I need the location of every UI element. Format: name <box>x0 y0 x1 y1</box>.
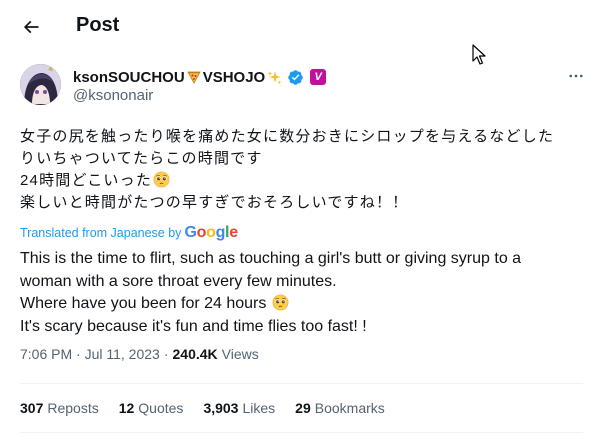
display-name[interactable]: ksonSOUCHOU <box>73 69 185 86</box>
verified-check-icon[interactable] <box>287 69 304 86</box>
ellipsis-icon <box>569 74 583 78</box>
avatar-image <box>20 64 61 105</box>
avatar[interactable] <box>20 64 61 105</box>
pleading-face-emoji-icon <box>153 171 170 188</box>
arrow-left-icon <box>23 20 39 34</box>
stat-count: 29 <box>295 400 311 416</box>
stat-reposts[interactable]: 307 Reposts <box>20 400 99 416</box>
tweet-line: woman with a sore throat every few minut… <box>20 272 337 290</box>
tweet-line: 24時間どこいった <box>20 172 153 189</box>
pizza-emoji-icon <box>187 70 201 84</box>
top-bar: Post <box>0 0 603 53</box>
tweet-meta: 7:06 PM · Jul 11, 2023 · 240.4K Views <box>20 344 259 364</box>
stat-label: Likes <box>242 400 276 416</box>
tweet-line-with-emoji: 24時間どこいった <box>20 170 585 192</box>
stat-likes[interactable]: 3,903 Likes <box>203 400 275 416</box>
stat-count: 307 <box>20 400 44 416</box>
engagement-stats: 307 Reposts 12 Quotes 3,903 Likes 29 Boo… <box>20 398 385 418</box>
stat-bookmarks[interactable]: 29 Bookmarks <box>295 400 385 416</box>
tweet-text-original: 女子の尻を触ったり喉を痛めた女に数分おきにシロップを与えるなどした りいちゃつい… <box>20 126 585 214</box>
tweet-line: 楽しいと時間がたつの早すぎでおそろしいですね！！ <box>20 194 409 211</box>
tweet-line: It's scary because it's fun and time fli… <box>20 317 367 335</box>
tweet-line: りいちゃついてたらこの時間です <box>20 150 263 167</box>
tweet-author: ksonSOUCHOU VSHOJO V @ksononair <box>20 64 590 110</box>
views-count: 240.4K <box>172 346 218 362</box>
display-name-suffix[interactable]: VSHOJO <box>203 69 266 86</box>
views-label: Views <box>221 346 259 362</box>
stat-label: Quotes <box>138 400 184 416</box>
pleading-face-emoji-icon <box>272 294 289 311</box>
sparkles-emoji-icon <box>267 70 282 85</box>
stat-count: 12 <box>118 400 135 416</box>
meta-separator: · <box>163 346 169 362</box>
stat-label: Bookmarks <box>314 400 385 416</box>
author-handle[interactable]: @ksononair <box>73 87 153 104</box>
translated-label[interactable]: Translated from Japanese by <box>20 226 181 240</box>
tweet-line: 女子の尻を触ったり喉を痛めた女に数分おきにシロップを与えるなどした <box>20 128 555 145</box>
divider <box>20 383 583 384</box>
more-options-button[interactable] <box>566 66 586 86</box>
stat-label: Reposts <box>47 400 99 416</box>
stat-quotes[interactable]: 12 Quotes <box>119 400 184 416</box>
stat-count: 3,903 <box>203 400 239 416</box>
translation-attribution[interactable]: Translated from Japanese by Google <box>20 224 238 242</box>
back-button[interactable] <box>16 12 46 42</box>
mouse-pointer-icon <box>472 44 486 65</box>
tweet-text-translated: This is the time to flirt, such as touch… <box>20 248 585 338</box>
tweet-timestamp[interactable]: 7:06 PM · Jul 11, 2023 <box>20 346 160 362</box>
name-row[interactable]: ksonSOUCHOU VSHOJO V <box>73 67 327 87</box>
page-title: Post <box>76 14 120 36</box>
tweet-line: This is the time to flirt, such as touch… <box>20 250 522 267</box>
divider <box>20 432 583 433</box>
tweet-line: Where have you been for 24 hours <box>20 295 267 312</box>
tweet-line-with-emoji: Where have you been for 24 hours <box>20 293 585 316</box>
google-logo: Google <box>184 224 238 241</box>
affiliate-badge[interactable]: V <box>310 69 327 85</box>
